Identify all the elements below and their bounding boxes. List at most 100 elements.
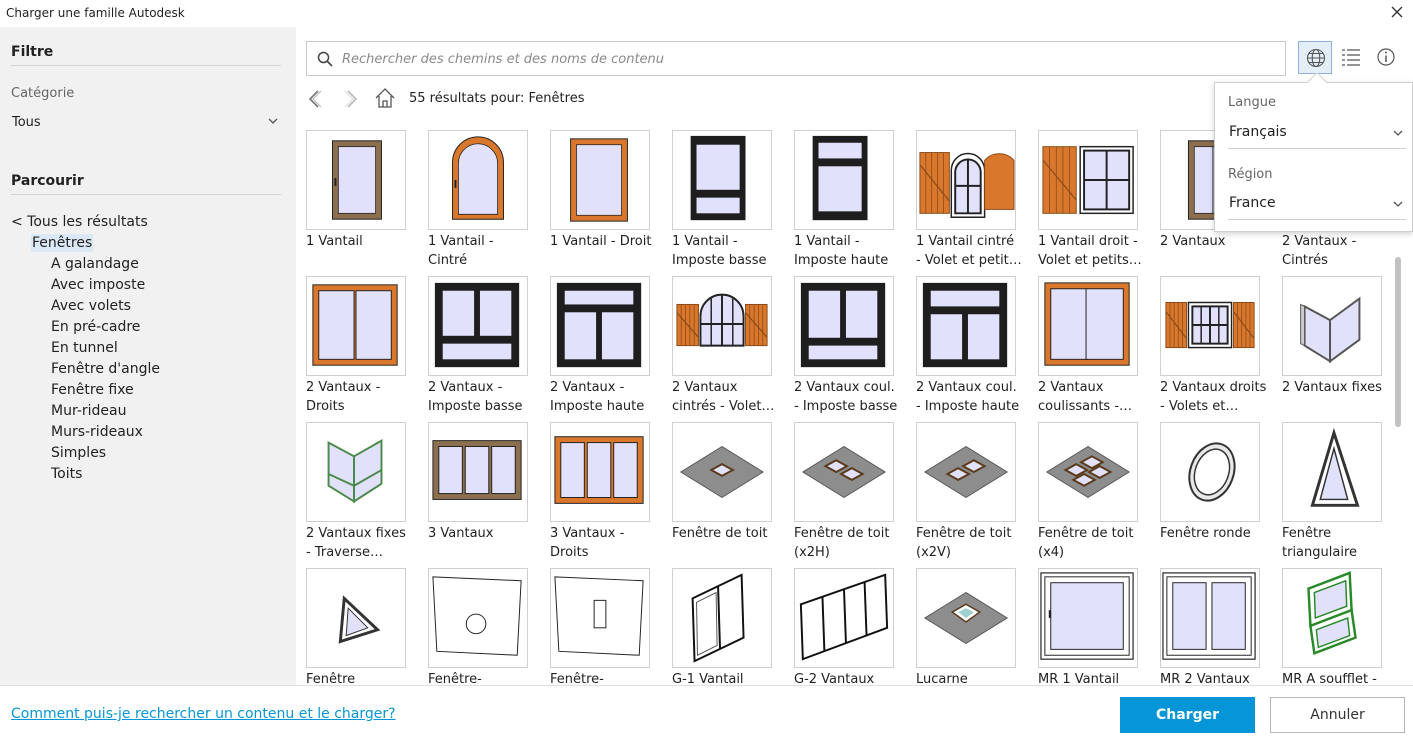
window-imposte-basse-icon	[672, 130, 772, 230]
browse-subcategory[interactable]: Murs-rideaux	[11, 422, 160, 443]
search-box[interactable]	[306, 41, 1286, 76]
content-tile[interactable]: Fenêtre	[306, 568, 424, 685]
content-tile[interactable]: Fenêtre de toit (x4)	[1038, 422, 1156, 562]
browse-subcategory[interactable]: Fenêtre d'angle	[11, 359, 160, 380]
language-button[interactable]	[1298, 41, 1332, 74]
tile-label: MR A soufflet -	[1282, 670, 1391, 685]
content-tile[interactable]: Fenêtre-	[550, 568, 668, 685]
tile-label-line1: MR A soufflet -	[1282, 672, 1377, 685]
content-tile[interactable]: Fenêtre de toit (x2H)	[794, 422, 912, 562]
tile-label-line1: Fenêtre	[1282, 526, 1332, 541]
window-coul-haute-icon	[916, 276, 1016, 376]
content-tile[interactable]: Fenêtre de toit (x2V)	[916, 422, 1034, 562]
content-tile[interactable]: 2 Vantaux - Imposte haute	[550, 276, 668, 416]
region-select[interactable]: France	[1228, 192, 1406, 220]
info-button[interactable]	[1369, 41, 1403, 74]
browse-subcategory[interactable]: Avec imposte	[11, 275, 160, 296]
browse-subcategory[interactable]: Simples	[11, 443, 160, 464]
cancel-button[interactable]: Annuler	[1270, 697, 1405, 733]
tile-label-line2: cintrés - Volet…	[672, 399, 775, 414]
content-tile[interactable]: 2 Vantaux fixes	[1282, 276, 1391, 416]
tile-label-line1: 1 Vantail -	[428, 234, 494, 249]
tile-label-line1: 1 Vantail -	[794, 234, 860, 249]
tile-label: 2 Vantaux coul. - Imposte basse	[794, 378, 908, 416]
content-tile[interactable]: 1 Vantail - Cintré	[428, 130, 546, 270]
list-view-button[interactable]	[1334, 41, 1368, 74]
tile-label-line2: Cintrés	[1282, 253, 1328, 268]
results-summary: 55 résultats pour: Fenêtres	[409, 91, 584, 106]
home-icon[interactable]	[374, 87, 396, 109]
browse-all-results[interactable]: < Tous les résultats	[11, 212, 160, 233]
content-tile[interactable]: 2 Vantaux - Imposte basse	[428, 276, 546, 416]
content-tile[interactable]: Fenêtre triangulaire	[1282, 422, 1391, 562]
content-tile[interactable]: 1 Vantail - Droit	[550, 130, 668, 270]
tile-label-line1: 2 Vantaux coul.	[794, 380, 895, 395]
browse-subcategory[interactable]: Toits	[11, 464, 160, 485]
category-select[interactable]: Tous	[11, 111, 281, 135]
tile-label-line1: Fenêtre de toit	[916, 526, 1012, 541]
browse-subcategory[interactable]: Avec volets	[11, 296, 160, 317]
browse-subcategory[interactable]: Mur-rideau	[11, 401, 160, 422]
search-input[interactable]	[342, 48, 1272, 70]
scrollbar-thumb[interactable]	[1395, 257, 1401, 427]
content-tile[interactable]: 2 Vantaux - Droits	[306, 276, 424, 416]
content-tile[interactable]: 2 Vantaux fixes - Traverse…	[306, 422, 424, 562]
browse-current[interactable]: Fenêtres	[11, 233, 160, 254]
content-tile[interactable]: MR 2 Vantaux	[1160, 568, 1278, 685]
content-tile[interactable]: 1 Vantail droit - Volet et petits…	[1038, 130, 1156, 270]
roof-window-x2h-icon	[794, 422, 894, 522]
tile-label: 1 Vantail - Imposte basse	[672, 232, 786, 270]
content-tile[interactable]: 1 Vantail - Imposte basse	[672, 130, 790, 270]
browse-subcategory[interactable]: A galandage	[11, 254, 160, 275]
content-tile[interactable]: G-2 Vantaux	[794, 568, 912, 685]
close-icon[interactable]	[1387, 2, 1407, 22]
window-shutters-arched-icon	[916, 130, 1016, 230]
language-select[interactable]: Français	[1228, 121, 1406, 149]
mr-1-icon	[1038, 568, 1138, 668]
tile-label: 2 Vantaux - Cintrés	[1282, 232, 1391, 270]
content-tile[interactable]: 1 Vantail - Imposte haute	[794, 130, 912, 270]
globe-icon	[1306, 48, 1326, 68]
back-arrow-icon[interactable]	[306, 89, 324, 109]
content-tile[interactable]: MR 1 Vantail	[1038, 568, 1156, 685]
tile-label-line2: Imposte haute	[794, 253, 889, 268]
tile-label: 2 Vantaux cintrés - Volet…	[672, 378, 786, 416]
load-button[interactable]: Charger	[1120, 697, 1255, 733]
content-tile[interactable]: 2 Vantaux coul. - Imposte basse	[794, 276, 912, 416]
roof-window-icon	[672, 422, 772, 522]
tile-label-line1: 3 Vantaux	[428, 526, 494, 541]
tile-label: 2 Vantaux fixes	[1282, 378, 1391, 397]
tile-label: Fenêtre de toit (x2V)	[916, 524, 1030, 562]
footer: Comment puis-je rechercher un contenu et…	[0, 685, 1413, 737]
tile-label-line1: Fenêtre ronde	[1160, 526, 1251, 541]
content-tile[interactable]: 1 Vantail	[306, 130, 424, 270]
content-tile[interactable]: 2 Vantaux coulissants -…	[1038, 276, 1156, 416]
content-tile[interactable]: Lucarne	[916, 568, 1034, 685]
content-tile[interactable]: 3 Vantaux	[428, 422, 546, 562]
tile-label-line1: 1 Vantail	[306, 234, 363, 249]
content-tile[interactable]: Fenêtre de toit	[672, 422, 790, 562]
content-tile[interactable]: Fenêtre ronde	[1160, 422, 1278, 562]
tile-label: 2 Vantaux - Imposte basse	[428, 378, 542, 416]
category-label: Catégorie	[11, 86, 75, 101]
content-tile[interactable]: MR A soufflet -	[1282, 568, 1391, 685]
content-tile[interactable]: 2 Vantaux droits - Volets et…	[1160, 276, 1278, 416]
browse-subcategory[interactable]: Fenêtre fixe	[11, 380, 160, 401]
content-tile[interactable]: Fenêtre-	[428, 568, 546, 685]
content-tile[interactable]: 3 Vantaux - Droits	[550, 422, 668, 562]
content-tile[interactable]: 2 Vantaux cintrés - Volet…	[672, 276, 790, 416]
browse-subcategory[interactable]: En tunnel	[11, 338, 160, 359]
forward-arrow-icon[interactable]	[342, 89, 360, 109]
content-tile[interactable]: 2 Vantaux coul. - Imposte haute	[916, 276, 1034, 416]
content-tile[interactable]: 1 Vantail cintré - Volet et petit…	[916, 130, 1034, 270]
tile-label-line1: 2 Vantaux fixes	[306, 526, 406, 541]
window-1-droit-icon	[550, 130, 650, 230]
content-tile[interactable]: G-1 Vantail	[672, 568, 790, 685]
help-link[interactable]: Comment puis-je rechercher un contenu et…	[11, 706, 396, 722]
tile-label-line1: 1 Vantail -	[672, 234, 738, 249]
browse-subcategory[interactable]: En pré-cadre	[11, 317, 160, 338]
divider	[11, 194, 281, 195]
tile-label: 2 Vantaux	[1160, 232, 1274, 251]
tile-label: MR 1 Vantail	[1038, 670, 1152, 685]
tile-label-line2: Imposte haute	[550, 399, 645, 414]
